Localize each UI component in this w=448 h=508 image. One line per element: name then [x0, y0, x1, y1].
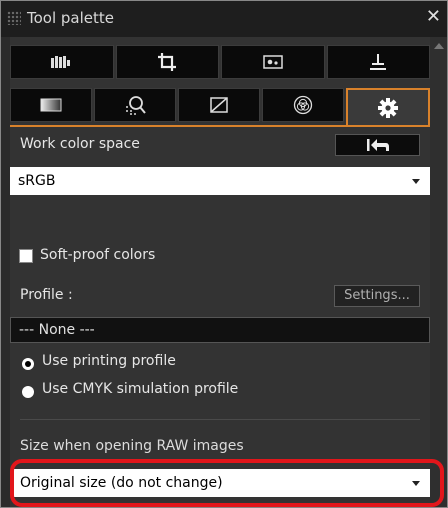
work-color-space-label: Work color space — [20, 136, 140, 152]
tab-underline — [10, 125, 430, 127]
crop-icon — [158, 53, 177, 71]
use-cmyk-simulation-radio[interactable] — [22, 386, 34, 398]
soft-proof-checkbox[interactable] — [19, 249, 33, 263]
histogram-icon — [50, 56, 70, 68]
highlight-outline — [10, 459, 444, 507]
use-printing-profile-radio[interactable] — [22, 358, 34, 370]
work-color-space-select[interactable]: sRGB — [10, 167, 430, 195]
profile-label: Profile : — [20, 287, 73, 303]
tool-palette-window: Tool palette ✕ Work color space sRGB Sof… — [0, 0, 448, 508]
raw-size-label: Size when opening RAW images — [20, 438, 244, 454]
tab-row-top — [10, 45, 430, 81]
chevron-down-icon — [412, 179, 420, 184]
title-bar[interactable]: Tool palette ✕ — [1, 1, 447, 37]
section-divider — [20, 419, 420, 420]
vertical-scrollbar[interactable] — [430, 37, 447, 507]
tab-stamp[interactable] — [326, 45, 430, 79]
stamp-icon — [370, 54, 387, 70]
profile-field: --- None --- — [10, 317, 430, 343]
drag-grip-icon[interactable] — [7, 11, 21, 25]
reset-to-start-icon — [366, 139, 389, 151]
color-circles-icon — [293, 95, 313, 115]
tab-exposure[interactable] — [10, 88, 92, 122]
tab-settings[interactable] — [346, 88, 430, 126]
reset-button[interactable] — [335, 134, 420, 156]
settings-button[interactable]: Settings... — [334, 285, 420, 307]
use-cmyk-simulation-label: Use CMYK simulation profile — [42, 381, 239, 397]
tab-crop[interactable] — [115, 45, 219, 79]
tab-row-bottom — [10, 88, 430, 126]
close-button[interactable]: ✕ — [426, 7, 441, 27]
use-printing-profile-label: Use printing profile — [42, 353, 176, 369]
gear-icon — [378, 98, 398, 118]
tool-palette-panel: Work color space sRGB Soft-proof colors … — [10, 37, 444, 507]
tab-histogram[interactable] — [10, 45, 114, 79]
work-color-space-value: sRGB — [18, 173, 56, 189]
soft-proof-label: Soft-proof colors — [40, 247, 156, 263]
scroll-up-arrow-icon[interactable] — [434, 43, 444, 49]
lens-magnifier-icon — [126, 96, 146, 115]
exposure-icon — [40, 98, 62, 112]
tab-tone-curve[interactable] — [178, 88, 260, 122]
tab-color[interactable] — [262, 88, 344, 122]
window-title: Tool palette — [27, 9, 115, 27]
image-icon — [263, 55, 283, 69]
tone-curve-icon — [210, 97, 228, 113]
tab-image[interactable] — [221, 45, 325, 79]
tab-lens[interactable] — [94, 88, 176, 122]
